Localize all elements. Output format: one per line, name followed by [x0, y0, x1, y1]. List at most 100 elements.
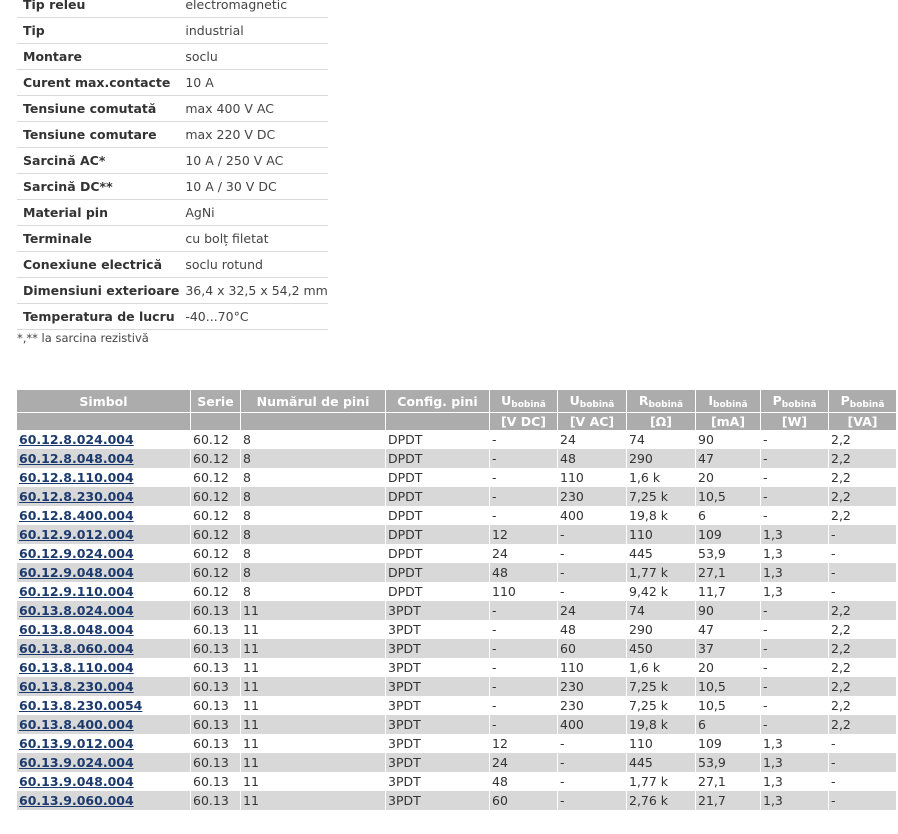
table-row: 60.13.8.110.004 60.13 11 3PDT -110 1,6 k 20-2,…	[17, 658, 897, 677]
product-link[interactable]: 60.13.8.230.004	[19, 679, 134, 694]
table-cell: 11	[241, 677, 386, 696]
table-cell: 11	[241, 734, 386, 753]
cell-symbol: 60.12.8.230.004	[17, 487, 191, 506]
cell-symbol: 60.13.9.048.004	[17, 772, 191, 791]
table-cell: 90	[696, 430, 761, 449]
table-cell: 2,2	[829, 696, 897, 715]
product-link[interactable]: 60.13.9.048.004	[19, 774, 134, 789]
table-cell: 1,3	[761, 753, 829, 772]
column-header-label: Numărul de pini	[256, 393, 370, 409]
product-link[interactable]: 60.12.8.230.004	[19, 489, 134, 504]
cell-symbol: 60.13.8.110.004	[17, 658, 191, 677]
table-cell: -	[761, 468, 829, 487]
table-cell: 3PDT	[386, 791, 490, 810]
table-cell: 20	[696, 658, 761, 677]
product-link[interactable]: 60.12.8.024.004	[19, 432, 134, 447]
table-cell: 1,3	[761, 791, 829, 810]
product-link[interactable]: 60.13.8.400.004	[19, 717, 134, 732]
table-cell: -	[761, 487, 829, 506]
product-link[interactable]: 60.12.8.110.004	[19, 470, 134, 485]
table-cell: 53,9	[696, 753, 761, 772]
product-link[interactable]: 60.12.9.024.004	[19, 546, 134, 561]
product-link[interactable]: 60.12.8.400.004	[19, 508, 134, 523]
table-cell: -	[829, 563, 897, 582]
cell-symbol: 60.12.8.110.004	[17, 468, 191, 487]
table-cell: 1,3	[761, 772, 829, 791]
spec-value: cu bolț filetat	[179, 225, 328, 252]
table-cell: 3PDT	[386, 677, 490, 696]
table-row: 60.13.8.400.004 60.13 11 3PDT -400 19,8 k 6-2,…	[17, 715, 897, 734]
table-cell: 3PDT	[386, 772, 490, 791]
column-header: Rbobină	[627, 390, 696, 412]
table-cell: 60.12	[191, 487, 241, 506]
table-cell: 2,2	[829, 506, 897, 525]
product-link[interactable]: 60.12.9.110.004	[19, 584, 134, 599]
product-link[interactable]: 60.13.8.230.0054	[19, 698, 142, 713]
table-cell: -	[829, 734, 897, 753]
table-cell: 110	[558, 658, 627, 677]
product-link[interactable]: 60.13.9.060.004	[19, 793, 134, 808]
table-cell: 110	[627, 525, 696, 544]
column-header: Pbobină	[829, 390, 897, 412]
table-cell: 450	[627, 639, 696, 658]
table-cell: 1,3	[761, 582, 829, 601]
table-cell: 9,42 k	[627, 582, 696, 601]
table-cell: -	[490, 658, 558, 677]
table-cell: DPDT	[386, 449, 490, 468]
cell-symbol: 60.13.8.048.004	[17, 620, 191, 639]
cell-symbol: 60.13.8.230.004	[17, 677, 191, 696]
column-header: Ibobină	[696, 390, 761, 412]
table-cell: 6	[696, 715, 761, 734]
table-cell: DPDT	[386, 525, 490, 544]
column-unit: [W]	[761, 412, 829, 430]
cell-symbol: 60.12.9.048.004	[17, 563, 191, 582]
table-cell: 2,2	[829, 468, 897, 487]
column-header-label: Serie	[197, 393, 234, 409]
table-cell: -	[829, 772, 897, 791]
table-cell: -	[761, 696, 829, 715]
table-cell: DPDT	[386, 544, 490, 563]
cell-symbol: 60.12.9.110.004	[17, 582, 191, 601]
table-cell: 11	[241, 658, 386, 677]
product-link[interactable]: 60.12.9.012.004	[19, 527, 134, 542]
spec-row: Conexiune electrică soclu rotund	[17, 251, 328, 278]
table-cell: 37	[696, 639, 761, 658]
table-cell: -	[829, 582, 897, 601]
table-cell: 60.13	[191, 677, 241, 696]
table-cell: 60.13	[191, 715, 241, 734]
column-header-subscript: bobină	[849, 399, 885, 410]
product-link[interactable]: 60.13.8.048.004	[19, 622, 134, 637]
column-header-label: U	[569, 392, 580, 408]
table-cell: 11	[241, 791, 386, 810]
header-row-main: Simbol Serie Numărul de pini Config. pini Ub…	[17, 390, 897, 412]
product-link[interactable]: 60.12.8.048.004	[19, 451, 134, 466]
table-cell: -	[558, 791, 627, 810]
table-cell: 110	[558, 468, 627, 487]
table-cell: 11	[241, 772, 386, 791]
product-link[interactable]: 60.13.9.012.004	[19, 736, 134, 751]
product-link[interactable]: 60.12.9.048.004	[19, 565, 134, 580]
table-cell: 2,2	[829, 658, 897, 677]
table-cell: 60.13	[191, 772, 241, 791]
table-cell: DPDT	[386, 487, 490, 506]
column-header-subscript: bobină	[511, 399, 546, 410]
spec-row: Tensiune comutată max 400 V AC	[17, 95, 328, 122]
table-cell: 3PDT	[386, 620, 490, 639]
product-link[interactable]: 60.13.8.110.004	[19, 660, 134, 675]
table-cell: -	[558, 582, 627, 601]
column-header-label: P	[840, 392, 850, 408]
table-cell: -	[761, 715, 829, 734]
column-unit	[241, 412, 386, 430]
cell-symbol: 60.12.8.048.004	[17, 449, 191, 468]
table-cell: -	[490, 449, 558, 468]
product-link[interactable]: 60.13.8.024.004	[19, 603, 134, 618]
product-link[interactable]: 60.13.9.024.004	[19, 755, 134, 770]
product-table: Simbol Serie Numărul de pini Config. pini Ub…	[17, 390, 897, 810]
spec-value: max 220 V DC	[179, 121, 328, 148]
table-cell: 8	[241, 487, 386, 506]
product-link[interactable]: 60.13.8.060.004	[19, 641, 134, 656]
table-row: 60.12.8.230.004 60.12 8 DPDT -230 7,25 k 10,5-…	[17, 487, 897, 506]
table-cell: -	[761, 658, 829, 677]
spec-value: electromagnetic	[179, 0, 328, 18]
table-row: 60.13.8.060.004 60.13 11 3PDT -60 450 37-2,2	[17, 639, 897, 658]
